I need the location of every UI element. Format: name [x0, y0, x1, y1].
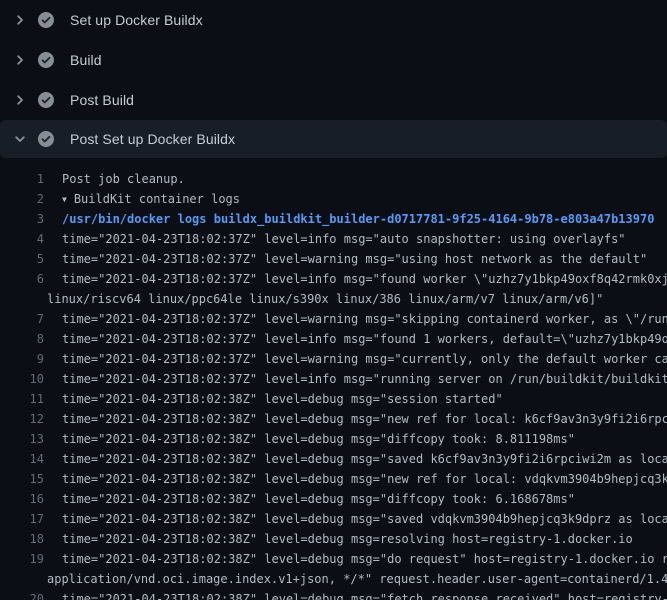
log-text: linux/riscv64 linux/ppc64le linux/s390x …	[47, 289, 603, 309]
log-line-number[interactable]: 7	[0, 309, 44, 329]
log-text: time="2021-04-23T18:02:38Z" level=debug …	[62, 529, 633, 549]
log-row: application/vnd.oci.image.index.v1+json,…	[0, 569, 667, 589]
step-title: Post Build	[70, 92, 134, 108]
log-row: 12 time="2021-04-23T18:02:38Z" level=debu…	[0, 409, 667, 429]
log-line-number[interactable]: 6	[0, 269, 44, 289]
log-row: 11 time="2021-04-23T18:02:38Z" level=debu…	[0, 389, 667, 409]
log-line-number[interactable]: 15	[0, 469, 44, 489]
step-row-post-set-up-docker-buildx[interactable]: Post Set up Docker Buildx	[0, 120, 667, 158]
log-text: Post job cleanup.	[62, 169, 185, 189]
log-line-number[interactable]: 16	[0, 489, 44, 509]
success-check-icon	[38, 92, 54, 108]
log-row: 9 time="2021-04-23T18:02:37Z" level=warni…	[0, 349, 667, 369]
log-row: 1 Post job cleanup.	[0, 169, 667, 189]
log-line-number[interactable]: 4	[0, 229, 44, 249]
step-title: Set up Docker Buildx	[70, 12, 203, 28]
log-line-number[interactable]: 1	[0, 169, 44, 189]
log-text: time="2021-04-23T18:02:37Z" level=info m…	[62, 369, 667, 389]
step-row-set-up-docker-buildx[interactable]: Set up Docker Buildx	[0, 0, 667, 40]
log-line-number[interactable]: 2	[0, 189, 44, 209]
log-text: time="2021-04-23T18:02:38Z" level=debug …	[62, 409, 667, 429]
log-row: 10 time="2021-04-23T18:02:37Z" level=info…	[0, 369, 667, 389]
log-text: time="2021-04-23T18:02:37Z" level=warnin…	[62, 249, 647, 269]
log-line-number[interactable]: 5	[0, 249, 44, 269]
log-row: 17 time="2021-04-23T18:02:38Z" level=debu…	[0, 509, 667, 529]
chevron-down-icon	[12, 131, 28, 147]
log-row: 14 time="2021-04-23T18:02:38Z" level=debu…	[0, 449, 667, 469]
log-text: time="2021-04-23T18:02:38Z" level=debug …	[62, 509, 667, 529]
group-expand-triangle-icon: ▼	[62, 190, 67, 210]
log-line-number	[0, 289, 44, 309]
log-row: 18 time="2021-04-23T18:02:38Z" level=debu…	[0, 529, 667, 549]
log-line-number[interactable]: 13	[0, 429, 44, 449]
log-line-number[interactable]: 10	[0, 369, 44, 389]
log-line-number[interactable]: 14	[0, 449, 44, 469]
log-text: application/vnd.oci.image.index.v1+json,…	[47, 569, 667, 589]
chevron-right-icon	[12, 52, 28, 68]
log-text: time="2021-04-23T18:02:37Z" level=info m…	[62, 269, 667, 289]
step-title: Post Set up Docker Buildx	[70, 131, 235, 147]
log-row: 16 time="2021-04-23T18:02:38Z" level=debu…	[0, 489, 667, 509]
step-title: Build	[70, 52, 102, 68]
log-row: 4 time="2021-04-23T18:02:37Z" level=info …	[0, 229, 667, 249]
log-row: 13 time="2021-04-23T18:02:38Z" level=debu…	[0, 429, 667, 449]
log-row: 8 time="2021-04-23T18:02:37Z" level=info …	[0, 329, 667, 349]
log-text: time="2021-04-23T18:02:37Z" level=warnin…	[62, 309, 667, 329]
log-line-number[interactable]: 3	[0, 209, 44, 229]
log-row: 3/usr/bin/docker logs buildx_buildkit_bu…	[0, 209, 667, 229]
log-line-number[interactable]: 20	[0, 589, 44, 600]
log-row: 6 time="2021-04-23T18:02:37Z" level=info …	[0, 269, 667, 289]
log-group-toggle-row[interactable]: 2 ▼ BuildKit container logs	[0, 189, 667, 209]
chevron-right-icon	[12, 12, 28, 28]
success-check-icon	[38, 131, 54, 147]
log-row: 15 time="2021-04-23T18:02:38Z" level=debu…	[0, 469, 667, 489]
log-text: ▼ BuildKit container logs	[62, 189, 240, 209]
log-text: time="2021-04-23T18:02:37Z" level=info m…	[62, 229, 626, 249]
step-row-build[interactable]: Build	[0, 40, 667, 80]
log-text: time="2021-04-23T18:02:38Z" level=debug …	[62, 549, 667, 569]
success-check-icon	[38, 52, 54, 68]
log-row: linux/riscv64 linux/ppc64le linux/s390x …	[0, 289, 667, 309]
log-text: time="2021-04-23T18:02:38Z" level=debug …	[62, 429, 575, 449]
chevron-right-icon	[12, 92, 28, 108]
log-text: time="2021-04-23T18:02:38Z" level=debug …	[62, 449, 667, 469]
log-line-number[interactable]: 17	[0, 509, 44, 529]
workflow-log-panel: Set up Docker Buildx Build Post Build Post …	[0, 0, 667, 600]
log-row: 7 time="2021-04-23T18:02:37Z" level=warni…	[0, 309, 667, 329]
log-line-number	[0, 569, 44, 589]
log-text: time="2021-04-23T18:02:37Z" level=warnin…	[62, 349, 667, 369]
log-line-number[interactable]: 18	[0, 529, 44, 549]
log-command-text: /usr/bin/docker logs buildx_buildkit_bui…	[62, 209, 654, 229]
log-text: time="2021-04-23T18:02:38Z" level=debug …	[62, 469, 667, 489]
log-text: time="2021-04-23T18:02:38Z" level=debug …	[62, 489, 575, 509]
log-line-number[interactable]: 19	[0, 549, 44, 569]
success-check-icon	[38, 12, 54, 28]
log-line-number[interactable]: 8	[0, 329, 44, 349]
step-row-post-build[interactable]: Post Build	[0, 80, 667, 120]
log-row: 20 time="2021-04-23T18:02:38Z" level=debu…	[0, 589, 667, 600]
log-line-number[interactable]: 12	[0, 409, 44, 429]
log-line-number[interactable]: 9	[0, 349, 44, 369]
log-row: 19 time="2021-04-23T18:02:38Z" level=debu…	[0, 549, 667, 569]
log-output: 1 Post job cleanup. 2 ▼ BuildKit container l…	[0, 158, 667, 600]
group-title: BuildKit container logs	[74, 192, 240, 206]
log-text: time="2021-04-23T18:02:38Z" level=debug …	[62, 589, 667, 600]
step-list: Set up Docker Buildx Build Post Build Post …	[0, 0, 667, 600]
log-text: time="2021-04-23T18:02:38Z" level=debug …	[62, 389, 503, 409]
log-text: time="2021-04-23T18:02:37Z" level=info m…	[62, 329, 667, 349]
log-line-number[interactable]: 11	[0, 389, 44, 409]
log-row: 5 time="2021-04-23T18:02:37Z" level=warni…	[0, 249, 667, 269]
